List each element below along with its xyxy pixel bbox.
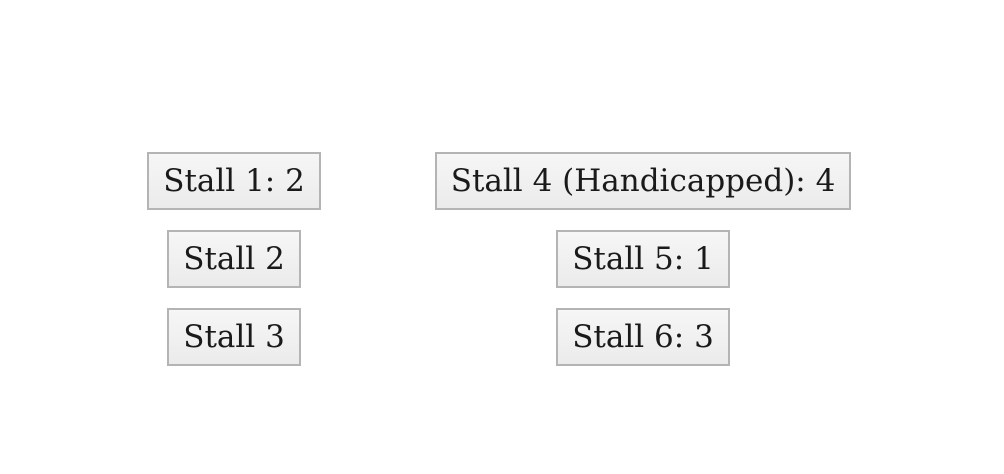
stall-column-right: Stall 4 (Handicapped): 4 Stall 5: 1 Stal… <box>434 152 852 386</box>
stall-column-left: Stall 1: 2 Stall 2 Stall 3 <box>147 152 321 386</box>
stall-6-button[interactable]: Stall 6: 3 <box>556 308 730 366</box>
stall-1-button[interactable]: Stall 1: 2 <box>147 152 321 210</box>
stall-4-handicapped-button[interactable]: Stall 4 (Handicapped): 4 <box>434 152 852 210</box>
stall-5-button[interactable]: Stall 5: 1 <box>556 230 730 288</box>
stall-2-button[interactable]: Stall 2 <box>167 230 301 288</box>
stall-3-button[interactable]: Stall 3 <box>167 308 301 366</box>
